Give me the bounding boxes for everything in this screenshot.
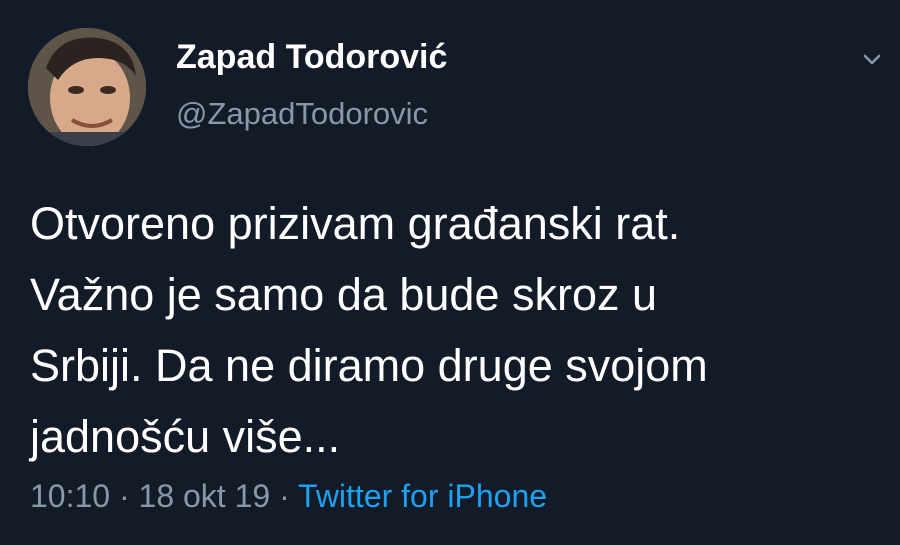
display-name[interactable]: Zapad Todorović	[176, 38, 447, 77]
meta-separator: ·	[270, 478, 299, 514]
tweet-time[interactable]: 10:10	[30, 478, 110, 514]
tweet-source-link[interactable]: Twitter for iPhone	[298, 478, 547, 514]
tweet-card: Zapad Todorović @ZapadTodorovic Otvoreno…	[0, 0, 900, 545]
avatar[interactable]	[28, 28, 146, 146]
avatar-image	[28, 28, 146, 146]
tweet-meta: 10:10 · 18 okt 19 · Twitter for iPhone	[30, 478, 547, 515]
user-handle[interactable]: @ZapadTodorovic	[176, 96, 428, 132]
meta-separator: ·	[110, 478, 139, 514]
tweet-date[interactable]: 18 okt 19	[139, 478, 271, 514]
chevron-down-icon[interactable]	[856, 44, 888, 76]
tweet-text: Otvoreno prizivam građanski rat. Važno j…	[30, 198, 708, 462]
